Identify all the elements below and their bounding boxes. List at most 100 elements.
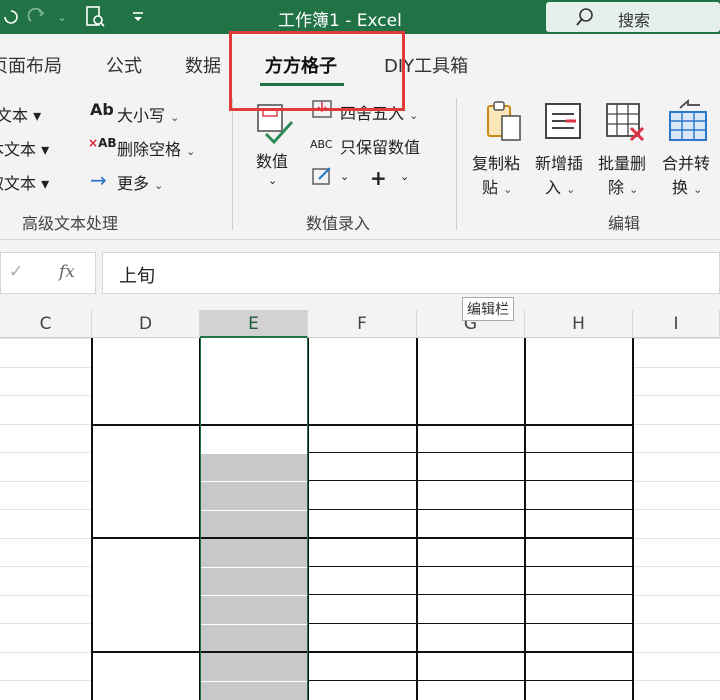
max-temp-cell[interactable] xyxy=(308,453,417,482)
header-max[interactable] xyxy=(308,367,417,394)
min-temp-cell[interactable] xyxy=(417,624,525,653)
max-temp-cell[interactable] xyxy=(308,624,417,653)
avg-temp-cell[interactable] xyxy=(525,538,633,567)
avg-temp-cell[interactable] xyxy=(525,681,633,700)
remove-space-button[interactable]: 删除空格 ⌄ xyxy=(117,136,195,160)
max-temp-cell[interactable] xyxy=(308,481,417,510)
more-button[interactable]: 更多 ⌄ xyxy=(117,170,163,194)
column-header-e[interactable]: E xyxy=(200,310,308,338)
min-temp-cell[interactable] xyxy=(417,652,525,681)
tab-formulas[interactable]: 公式 xyxy=(106,52,142,78)
insert-new-button-line2[interactable]: 入 ⌄ xyxy=(545,174,575,198)
month-cell[interactable] xyxy=(92,652,200,700)
text-button-2[interactable]: 本文本 ▾ xyxy=(0,136,49,160)
header-avg[interactable] xyxy=(525,394,633,421)
value-dropdown-icon[interactable]: ⌄ xyxy=(268,174,277,187)
merge-convert-button-line2[interactable]: 换 ⌄ xyxy=(672,174,702,198)
tab-data[interactable]: 数据 xyxy=(185,52,221,78)
header-max[interactable] xyxy=(308,340,417,367)
avg-temp-cell[interactable] xyxy=(525,567,633,596)
enter-check-icon[interactable]: ✓ xyxy=(9,262,23,282)
max-temp-cell[interactable] xyxy=(308,538,417,567)
plus-button[interactable]: + xyxy=(370,166,387,190)
period-cell[interactable] xyxy=(201,425,307,453)
header-period[interactable] xyxy=(200,338,308,424)
search-box[interactable]: 搜索 xyxy=(546,2,720,32)
text-button-1[interactable]: 文本 ▾ xyxy=(0,102,41,126)
avg-temp-cell[interactable] xyxy=(525,481,633,510)
gridline xyxy=(633,395,720,396)
avg-temp-cell[interactable] xyxy=(525,424,633,453)
copy-paste-button-line2[interactable]: 贴 ⌄ xyxy=(482,174,512,198)
worksheet-grid[interactable] xyxy=(0,338,720,700)
merge-convert-button[interactable]: 合并转 xyxy=(662,150,710,174)
avg-temp-cell[interactable] xyxy=(525,510,633,539)
column-header-c[interactable]: C xyxy=(0,310,92,338)
month-cell[interactable] xyxy=(92,538,200,652)
column-header-f[interactable]: F xyxy=(308,310,417,338)
formula-input[interactable]: 上旬 xyxy=(102,252,720,294)
max-temp-cell[interactable] xyxy=(308,652,417,681)
min-temp-cell[interactable] xyxy=(417,567,525,596)
avg-temp-cell[interactable] xyxy=(525,453,633,482)
keep-value-button[interactable]: 只保留数值 xyxy=(340,134,420,158)
formula-controls: ✓ fx xyxy=(0,252,96,294)
max-temp-cell[interactable] xyxy=(308,595,417,624)
table-border xyxy=(92,537,633,539)
month-cell[interactable] xyxy=(92,424,200,538)
edit-cell-dropdown-icon[interactable]: ⌄ xyxy=(340,170,349,183)
avg-temp-cell[interactable] xyxy=(525,624,633,653)
table-border xyxy=(308,451,633,453)
period-cell[interactable] xyxy=(201,681,307,700)
column-header-i[interactable]: I xyxy=(633,310,720,338)
period-cell[interactable] xyxy=(201,482,307,510)
gridline xyxy=(0,338,92,339)
text-button-3[interactable]: 取文本 ▾ xyxy=(0,170,49,194)
undo-icon[interactable] xyxy=(0,4,22,30)
redo-dropdown-icon[interactable]: ⌄ xyxy=(54,4,70,30)
period-cell[interactable] xyxy=(201,453,307,481)
value-button[interactable]: 数值 xyxy=(256,148,288,172)
tab-page-layout[interactable]: 页面布局 xyxy=(0,52,62,78)
min-temp-cell[interactable] xyxy=(417,595,525,624)
column-header-h[interactable]: H xyxy=(525,310,633,338)
avg-temp-cell[interactable] xyxy=(525,595,633,624)
min-temp-cell[interactable] xyxy=(417,481,525,510)
redo-icon[interactable] xyxy=(24,4,50,30)
header-min[interactable] xyxy=(417,394,525,421)
max-temp-cell[interactable] xyxy=(308,681,417,700)
copy-paste-button[interactable]: 复制粘 xyxy=(472,150,520,174)
period-cell[interactable] xyxy=(201,539,307,567)
header-min[interactable] xyxy=(417,340,525,367)
max-temp-cell[interactable] xyxy=(308,567,417,596)
period-cell[interactable] xyxy=(201,624,307,652)
min-temp-cell[interactable] xyxy=(417,453,525,482)
min-temp-cell[interactable] xyxy=(417,424,525,453)
period-cell[interactable] xyxy=(201,596,307,624)
max-temp-cell[interactable] xyxy=(308,424,417,453)
gridline xyxy=(0,537,92,539)
header-min[interactable] xyxy=(417,367,525,394)
period-cell[interactable] xyxy=(201,567,307,595)
insert-new-button[interactable]: 新增插 xyxy=(535,150,583,174)
column-header-d[interactable]: D xyxy=(92,310,200,338)
batch-delete-button-line2[interactable]: 除 ⌄ xyxy=(608,174,638,198)
customize-toolbar-icon[interactable] xyxy=(124,4,152,30)
period-cell[interactable] xyxy=(201,510,307,538)
min-temp-cell[interactable] xyxy=(417,538,525,567)
header-avg[interactable] xyxy=(525,340,633,367)
print-preview-icon[interactable] xyxy=(80,4,110,30)
min-temp-cell[interactable] xyxy=(417,681,525,700)
header-month[interactable] xyxy=(92,338,200,424)
plus-dropdown-icon[interactable]: ⌄ xyxy=(400,170,409,183)
gridline xyxy=(0,594,92,596)
header-avg[interactable] xyxy=(525,367,633,394)
batch-delete-button[interactable]: 批量删 xyxy=(598,150,646,174)
avg-temp-cell[interactable] xyxy=(525,652,633,681)
insert-function-icon[interactable]: fx xyxy=(59,262,75,282)
max-temp-cell[interactable] xyxy=(308,510,417,539)
period-cell[interactable] xyxy=(201,653,307,681)
min-temp-cell[interactable] xyxy=(417,510,525,539)
text-case-button[interactable]: 大小写 ⌄ xyxy=(117,102,179,126)
header-max[interactable] xyxy=(308,394,417,421)
